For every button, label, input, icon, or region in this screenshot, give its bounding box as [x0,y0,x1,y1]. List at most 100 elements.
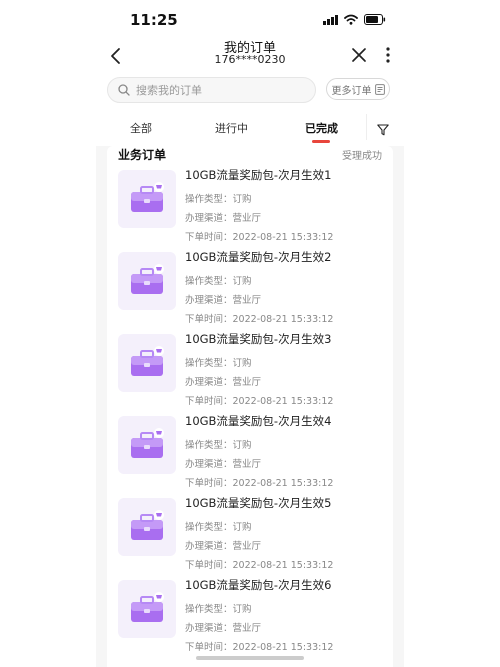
order-type: 操作类型：订购 [185,519,252,533]
status-icons [323,14,386,25]
purple-briefcase-cart-icon [131,346,164,376]
order-type-value: 订购 [232,440,252,451]
tab-bar: 全部 进行中 已完成 [96,108,404,146]
section-title: 业务订单 [118,148,167,162]
order-name: 10GB流量奖励包-次月生效1 [185,168,332,182]
order-name: 10GB流量奖励包-次月生效4 [185,414,332,428]
order-channel-label: 办理渠道： [185,295,233,306]
order-time-label: 下单时间： [185,478,233,489]
order-name: 10GB流量奖励包-次月生效5 [185,496,332,510]
order-time: 下单时间：2022-08-21 15:33:12 [185,639,333,653]
order-time: 下单时间：2022-08-21 15:33:12 [185,393,333,407]
navigation-bar: 我的订单 176****0230 [96,40,404,72]
status-bar: 11:25 [96,0,404,40]
order-type-label: 操作类型： [185,276,233,287]
order-time-value: 2022-08-21 15:33:12 [232,314,334,325]
order-channel: 办理渠道：营业厅 [185,374,261,388]
order-type: 操作类型：订购 [185,273,252,287]
close-icon[interactable] [350,46,368,64]
order-time-value: 2022-08-21 15:33:12 [232,642,334,653]
order-time-label: 下单时间： [185,642,233,653]
more-orders-button[interactable]: 更多订单 [326,78,390,100]
order-name: 10GB流量奖励包-次月生效2 [185,250,332,264]
product-thumbnail [118,580,176,638]
list-item[interactable]: 10GB流量奖励包-次月生效6 操作类型：订购 办理渠道：营业厅 下单时间：20… [107,578,393,662]
more-vertical-icon[interactable] [384,46,392,64]
order-channel: 办理渠道：营业厅 [185,538,261,552]
more-orders-label: 更多订单 [331,85,372,97]
order-channel-label: 办理渠道： [185,213,233,224]
order-channel: 办理渠道：营业厅 [185,456,261,470]
order-time: 下单时间：2022-08-21 15:33:12 [185,229,333,243]
order-channel-value: 营业厅 [232,295,262,306]
phone-screen: 11:25 我的订单 176****0230 搜索我的订单 更多订单 全部 进行… [96,0,404,667]
order-time: 下单时间：2022-08-21 15:33:12 [185,311,333,325]
order-type: 操作类型：订购 [185,191,252,205]
battery-icon [364,14,386,25]
signal-icon [323,14,338,25]
order-time: 下单时间：2022-08-21 15:33:12 [185,557,333,571]
list-item[interactable]: 10GB流量奖励包-次月生效2 操作类型：订购 办理渠道：营业厅 下单时间：20… [107,250,393,334]
order-type-label: 操作类型： [185,358,233,369]
order-list-icon [374,83,385,95]
status-badge: 受理成功 [342,151,382,162]
tab-divider [366,114,367,140]
search-input[interactable] [134,82,308,98]
order-time-value: 2022-08-21 15:33:12 [232,478,334,489]
order-list-card: 业务订单 受理成功 10GB流量奖励包-次月生效1 操作类型：订购 办理渠道：营… [107,146,393,667]
list-item[interactable]: 10GB流量奖励包-次月生效5 操作类型：订购 办理渠道：营业厅 下单时间：20… [107,496,393,580]
order-channel-label: 办理渠道： [185,541,233,552]
order-channel-value: 营业厅 [232,213,262,224]
order-type-value: 订购 [232,194,252,205]
filter-icon[interactable] [377,121,389,140]
order-type-label: 操作类型： [185,440,233,451]
order-type-value: 订购 [232,276,252,287]
purple-briefcase-cart-icon [131,182,164,212]
purple-briefcase-cart-icon [131,510,164,540]
product-thumbnail [118,498,176,556]
order-channel-value: 营业厅 [232,459,262,470]
product-thumbnail [118,252,176,310]
order-time-label: 下单时间： [185,232,233,243]
home-indicator [196,656,304,660]
order-channel: 办理渠道：营业厅 [185,292,261,306]
tab-all[interactable]: 全部 [130,120,152,136]
order-time-label: 下单时间： [185,560,233,571]
order-channel-label: 办理渠道： [185,377,233,388]
order-channel-value: 营业厅 [232,623,262,634]
order-channel: 办理渠道：营业厅 [185,620,261,634]
purple-briefcase-cart-icon [131,428,164,458]
order-channel-value: 营业厅 [232,541,262,552]
list-item[interactable]: 10GB流量奖励包-次月生效3 操作类型：订购 办理渠道：营业厅 下单时间：20… [107,332,393,416]
product-thumbnail [118,416,176,474]
list-item[interactable]: 10GB流量奖励包-次月生效4 操作类型：订购 办理渠道：营业厅 下单时间：20… [107,414,393,498]
tab-completed[interactable]: 已完成 [305,120,338,136]
order-type-value: 订购 [232,522,252,533]
search-icon [118,84,130,96]
status-time: 11:25 [130,11,178,29]
wifi-icon [344,14,358,25]
search-box[interactable] [107,77,316,103]
list-item[interactable]: 10GB流量奖励包-次月生效1 操作类型：订购 办理渠道：营业厅 下单时间：20… [107,168,393,252]
order-type-value: 订购 [232,604,252,615]
order-channel-value: 营业厅 [232,377,262,388]
product-thumbnail [118,170,176,228]
purple-briefcase-cart-icon [131,592,164,622]
active-tab-indicator [312,140,330,143]
order-channel-label: 办理渠道： [185,623,233,634]
order-type-label: 操作类型： [185,522,233,533]
order-time: 下单时间：2022-08-21 15:33:12 [185,475,333,489]
order-time-value: 2022-08-21 15:33:12 [232,560,334,571]
tab-in-progress[interactable]: 进行中 [215,120,248,136]
order-type: 操作类型：订购 [185,601,252,615]
order-time-value: 2022-08-21 15:33:12 [232,396,334,407]
order-channel: 办理渠道：营业厅 [185,210,261,224]
order-type: 操作类型：订购 [185,437,252,451]
product-thumbnail [118,334,176,392]
purple-briefcase-cart-icon [131,264,164,294]
order-type-label: 操作类型： [185,604,233,615]
order-type: 操作类型：订购 [185,355,252,369]
order-time-label: 下单时间： [185,396,233,407]
order-time-value: 2022-08-21 15:33:12 [232,232,334,243]
order-time-label: 下单时间： [185,314,233,325]
